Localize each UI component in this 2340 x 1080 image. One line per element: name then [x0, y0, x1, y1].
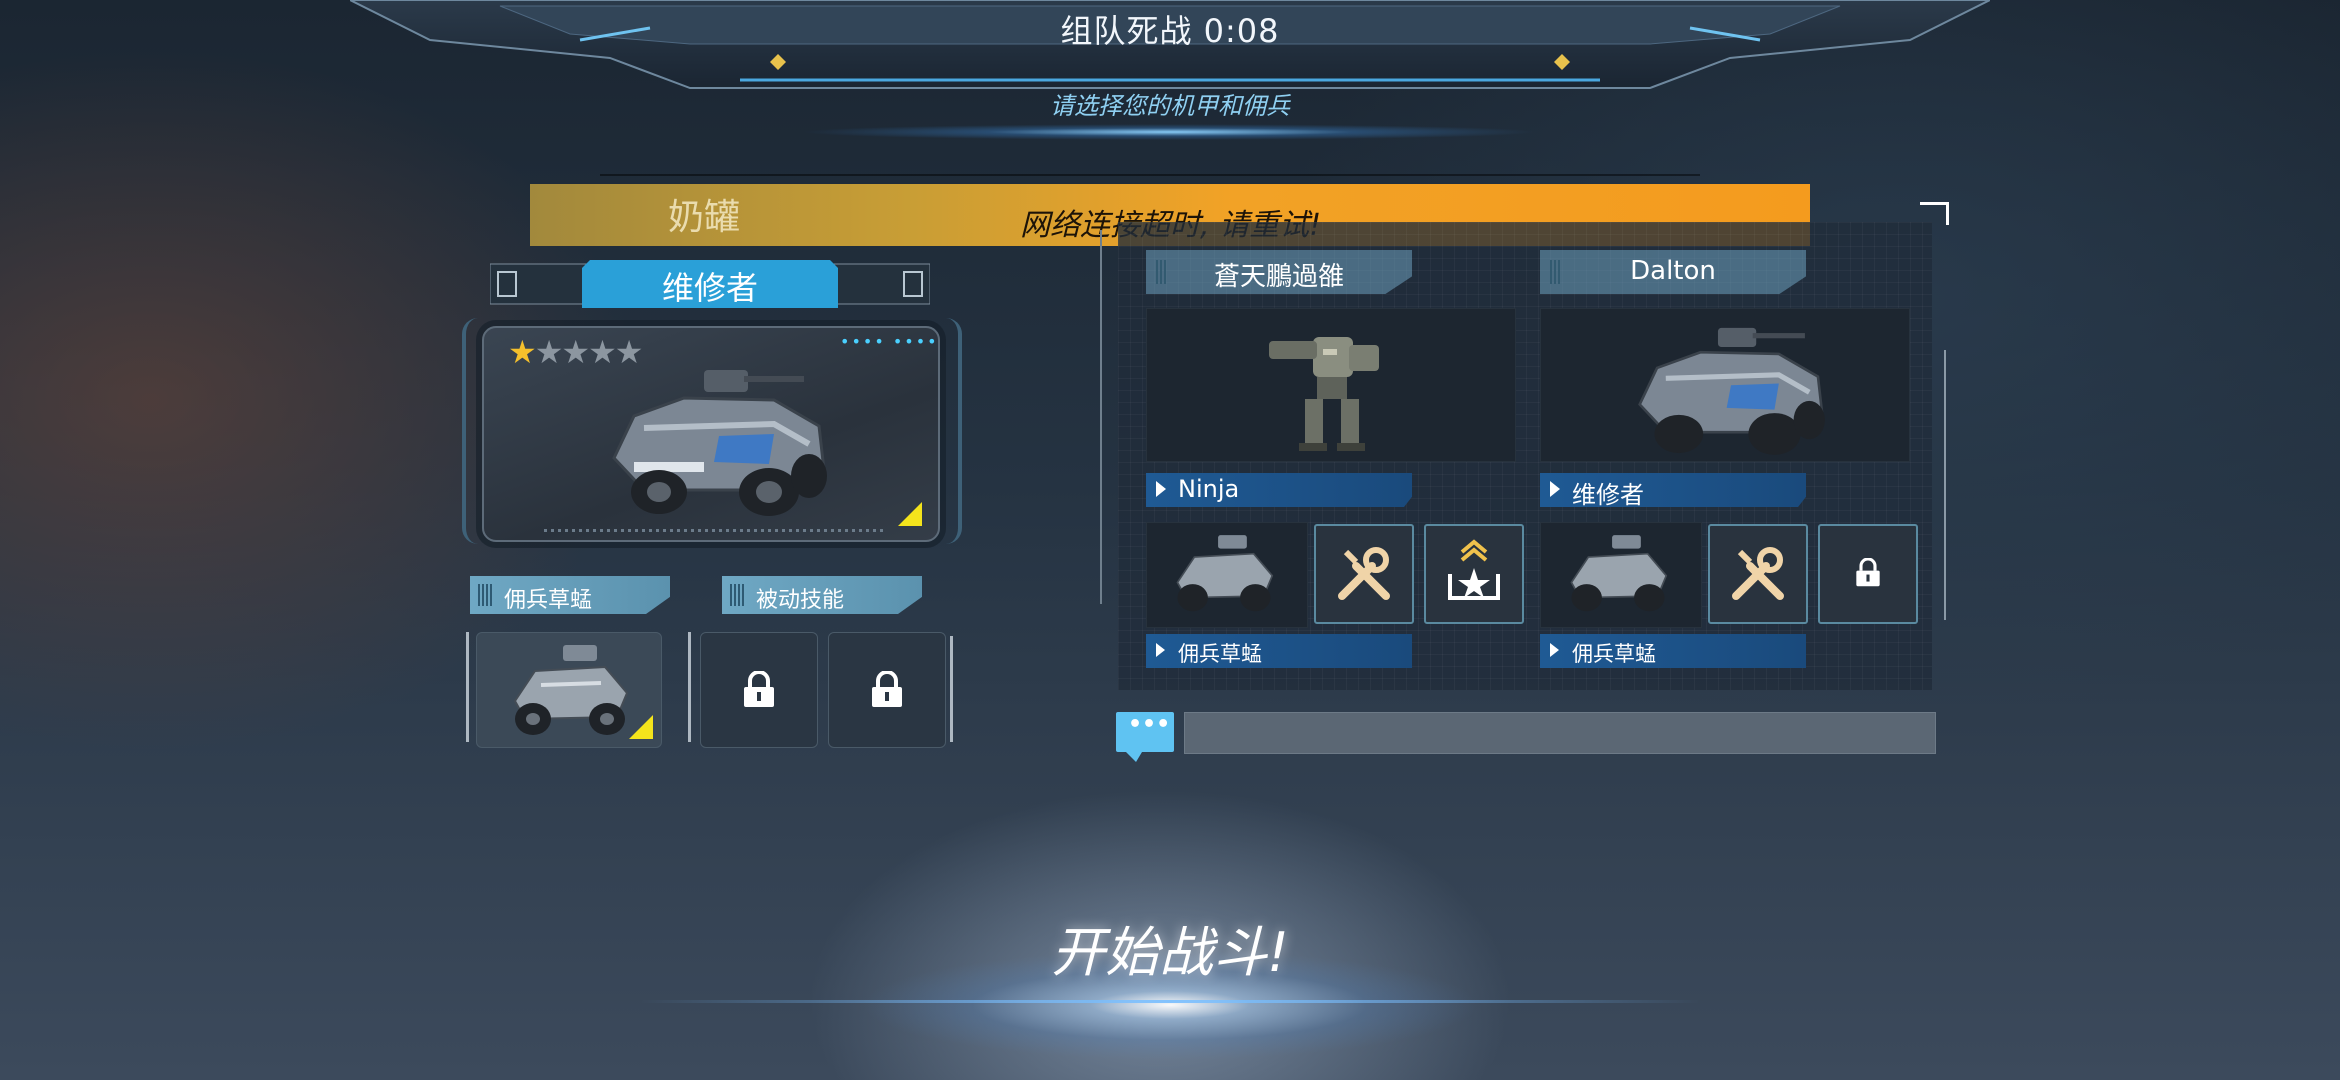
play-arrow-icon	[1156, 643, 1165, 657]
subtitle-glow	[800, 124, 1540, 140]
mercenary-vehicle-image	[513, 645, 629, 735]
slot-bracket-left	[466, 632, 469, 742]
star-empty-icon: ★★★★	[534, 333, 644, 371]
star-rating: ★★★★★	[508, 333, 644, 371]
corner-marker-icon	[629, 715, 653, 739]
teammate-2-skill-1[interactable]	[1708, 524, 1808, 624]
teammate-1-mercenary-preview	[1146, 522, 1308, 628]
mech-vehicle-image	[1638, 327, 1825, 455]
panel-right-rule	[1944, 350, 1946, 620]
chat-input[interactable]	[1184, 712, 1936, 754]
mercenary-vehicle-image	[1570, 535, 1668, 612]
panel-left-rule	[1100, 230, 1102, 604]
grip-icon	[478, 584, 492, 606]
teammate-1-skill-2[interactable]	[1424, 524, 1524, 624]
mercenary-slot[interactable]	[476, 632, 662, 748]
teammate-2-name: Dalton	[1630, 256, 1716, 286]
teammate-1-mech-preview	[1146, 308, 1516, 462]
slot-bracket-right	[950, 636, 953, 742]
divider-line	[600, 174, 1700, 176]
teammate-1-mech-label[interactable]: Ninja	[1146, 473, 1412, 507]
card-corner-badge	[898, 502, 922, 526]
start-battle-button[interactable]: 开始战斗!	[0, 908, 2340, 987]
play-arrow-icon	[1156, 481, 1166, 497]
card-dots-indicator: •••• ••••	[840, 332, 939, 351]
teammate-2-mech-name: 维修者	[1572, 481, 1644, 509]
teammate-2-mercenary-name: 佣兵草蜢	[1572, 642, 1656, 666]
teammate-1-mercenary-name: 佣兵草蜢	[1178, 642, 1262, 666]
teammate-2-skill-2[interactable]	[1818, 524, 1918, 624]
notice-player-name: 奶罐	[668, 197, 741, 238]
teammate-1-skill-1[interactable]	[1314, 524, 1414, 624]
selected-mech-role: 维修者	[661, 269, 758, 307]
play-arrow-icon	[1550, 481, 1560, 497]
passive-skill-tab: 被动技能	[722, 576, 922, 614]
slot-bracket-mid	[688, 632, 691, 742]
play-arrow-icon	[1550, 643, 1559, 657]
wrench-screwdriver-icon	[1338, 547, 1390, 600]
teammate-1-name: 蒼天鵬過雒	[1213, 262, 1344, 292]
passive-skill-slot-1[interactable]	[700, 632, 818, 748]
mercenary-tab-label: 佣兵草蜢	[504, 588, 593, 613]
passive-skill-slot-2[interactable]	[828, 632, 946, 748]
lock-icon	[744, 671, 774, 707]
mech-robot-image	[1269, 337, 1379, 451]
mercenary-vehicle-image	[1176, 535, 1274, 612]
passive-skill-tab-label: 被动技能	[756, 588, 845, 613]
page-subtitle: 请选择您的机甲和佣兵	[1050, 92, 1290, 120]
card-bottom-strip	[544, 529, 884, 532]
lock-icon	[1856, 558, 1880, 587]
slot-corner-badge	[629, 715, 653, 739]
mech-vehicle-image	[612, 370, 827, 516]
teammate-2-mercenary-preview	[1540, 522, 1702, 628]
chat-bubble-icon: •••	[1128, 712, 1171, 737]
mercenary-tab: 佣兵草蜢	[470, 576, 670, 614]
corner-marker-icon	[898, 502, 922, 526]
teammate-2-name-tab: Dalton	[1540, 250, 1806, 294]
match-timer-title: 组队死战 0:08	[1060, 12, 1280, 50]
grip-icon	[730, 584, 744, 606]
teammate-2-mercenary-label[interactable]: 佣兵草蜢	[1540, 634, 1806, 668]
teammate-1-name-tab: 蒼天鵬過雒	[1146, 250, 1412, 294]
lock-icon	[872, 671, 902, 707]
teammate-1-mercenary-label[interactable]: 佣兵草蜢	[1146, 634, 1412, 668]
teammate-1-mech-name: Ninja	[1178, 475, 1240, 503]
start-glow-line	[640, 1000, 1700, 1003]
rank-star-icon	[1448, 539, 1500, 600]
wrench-screwdriver-icon	[1732, 547, 1784, 600]
star-filled-icon: ★	[508, 333, 537, 371]
teammate-2-mech-preview	[1540, 308, 1910, 462]
teammate-2-mech-label[interactable]: 维修者	[1540, 473, 1806, 507]
